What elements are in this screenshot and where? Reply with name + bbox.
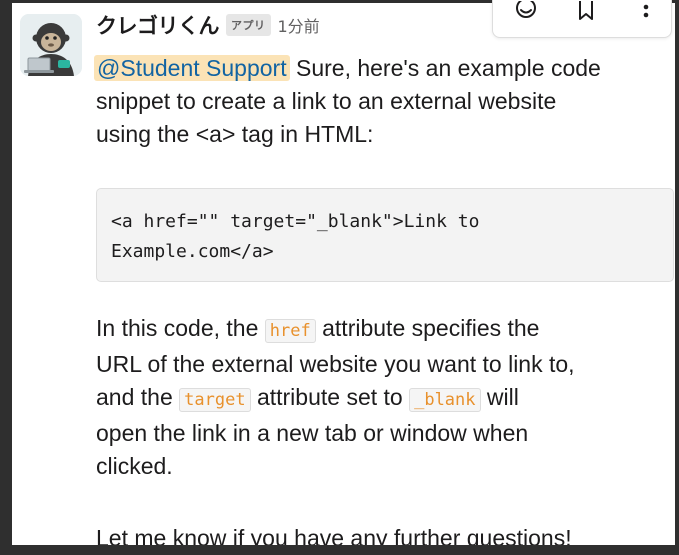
explain-line-2: URL of the external website you want to … (96, 351, 575, 377)
emoji-reaction-icon (516, 1, 536, 18)
more-actions-button[interactable] (633, 0, 659, 23)
code-block: <a href="" target="_blank">Link to Examp… (96, 188, 674, 282)
inline-code-blank: _blank (409, 388, 481, 412)
window-frame-bottom (0, 545, 679, 555)
message-intro: @Student Support Sure, here's an example… (94, 52, 671, 151)
window-frame-left (0, 0, 12, 555)
intro-line-2: snippet to create a link to an external … (96, 88, 557, 114)
inline-code-href: href (264, 319, 316, 343)
more-actions-icon (643, 4, 649, 18)
intro-line-3: using the <a> tag in HTML: (96, 121, 374, 147)
add-reaction-button[interactable] (513, 0, 539, 23)
inline-code-target: target (179, 388, 251, 412)
explain-line-1: In this code, the href attribute specifi… (96, 315, 540, 343)
timestamp[interactable]: 1分前 (278, 13, 320, 37)
message-hover-toolbar (492, 0, 672, 38)
message-header: クレゴリくん アプリ 1分前 (96, 10, 320, 40)
explain-line-5: clicked. (96, 453, 173, 479)
avatar[interactable] (20, 14, 82, 76)
message-explanation: In this code, the href attribute specifi… (96, 312, 671, 483)
gorilla-avatar-icon (20, 14, 82, 76)
window-frame-right (675, 0, 679, 555)
app-badge: アプリ (226, 14, 271, 36)
bookmark-icon (579, 1, 593, 20)
explain-line-3: and the target attribute set to _blank w… (96, 384, 519, 412)
save-message-button[interactable] (573, 0, 599, 23)
author-name[interactable]: クレゴリくん (96, 10, 220, 40)
explain-line-4: open the link in a new tab or window whe… (96, 420, 529, 446)
intro-text: Sure, here's an example code (289, 55, 601, 81)
user-mention[interactable]: @Student Support (94, 55, 290, 81)
intro-line-1: @Student Support Sure, here's an example… (94, 52, 671, 85)
